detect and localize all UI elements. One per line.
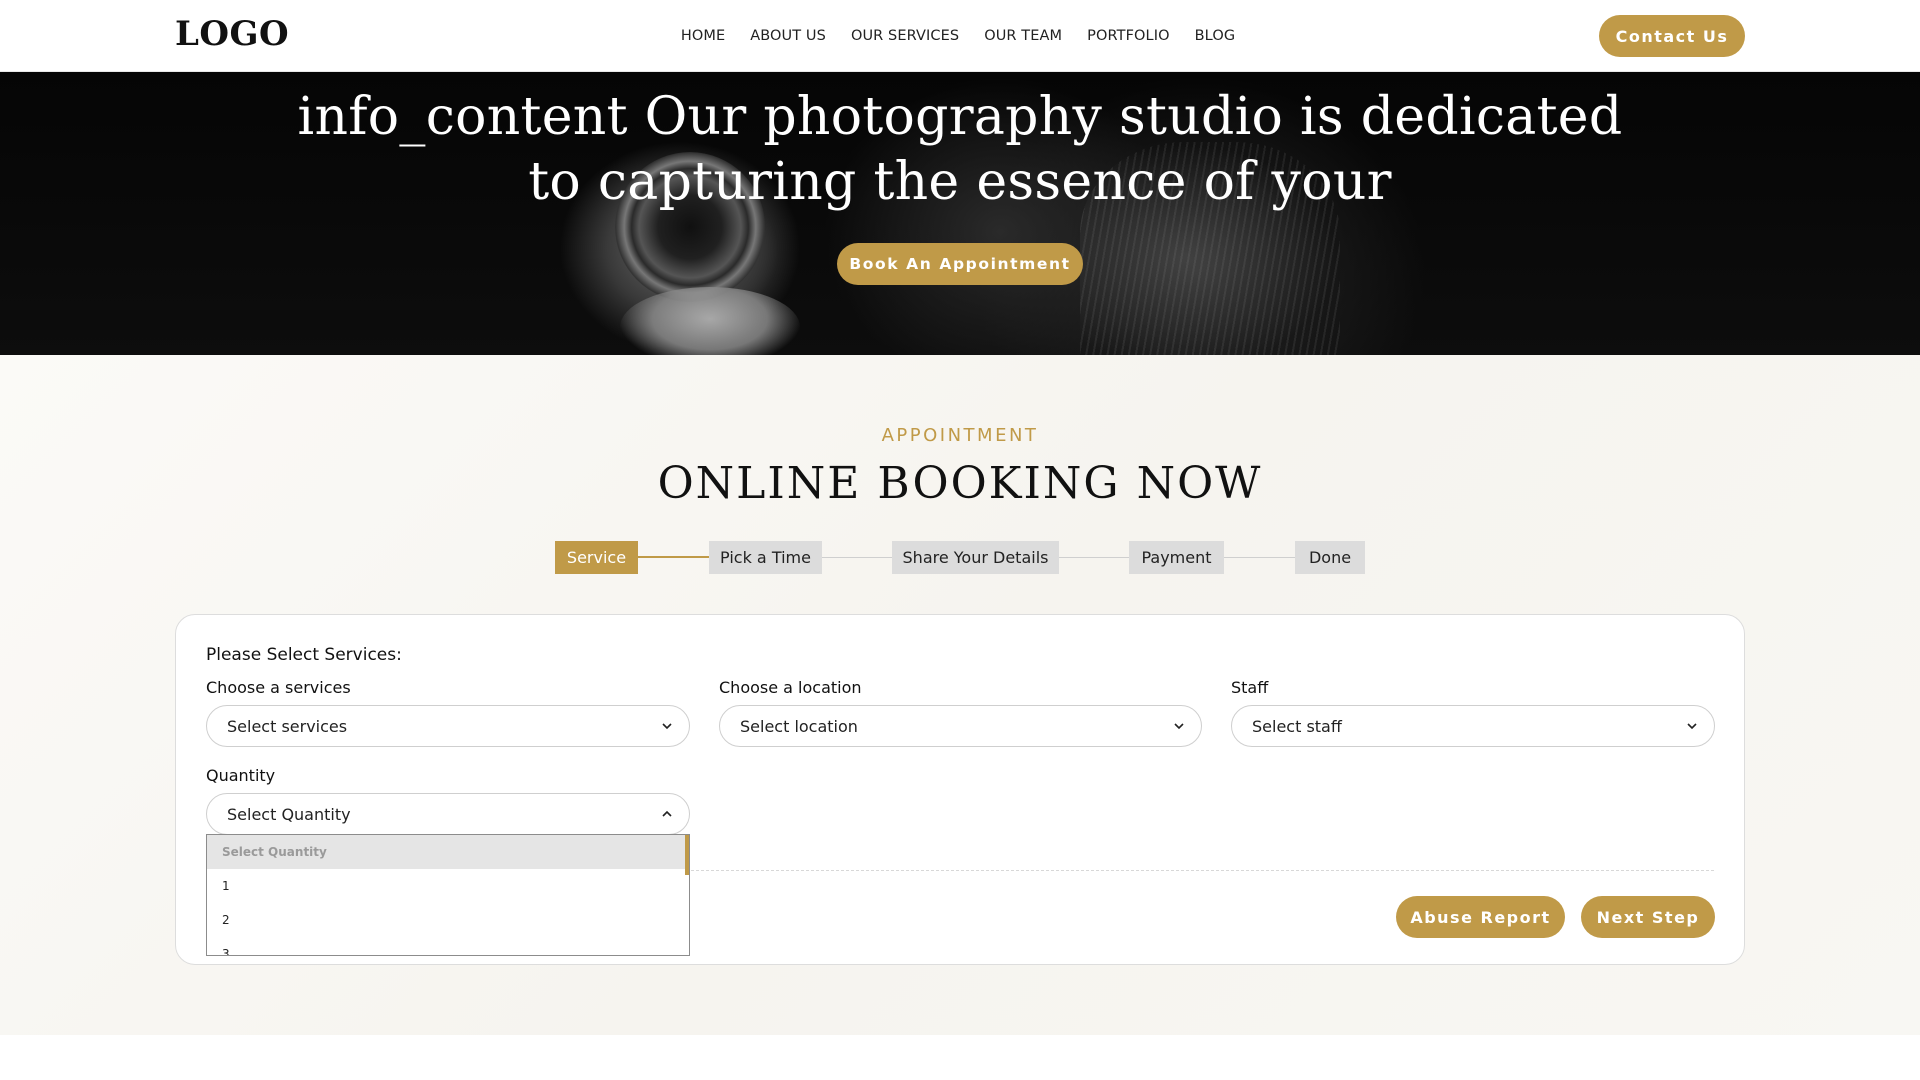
step-service[interactable]: Service (555, 541, 638, 574)
step-connector-3 (1059, 557, 1129, 558)
step-connector-1 (638, 556, 709, 558)
form-heading: Please Select Services: (206, 645, 402, 665)
nav-our-team[interactable]: OUR TEAM (984, 28, 1062, 44)
step-pick-a-time[interactable]: Pick a Time (709, 541, 822, 574)
hero-title: info_content Our photography studio is d… (0, 85, 1920, 215)
hero-photo-hand (620, 287, 800, 355)
quantity-select-value: Select Quantity (227, 804, 351, 824)
location-select[interactable]: Select location (719, 705, 1202, 747)
quantity-option-placeholder[interactable]: Select Quantity (207, 835, 689, 869)
booking-steps: Service Pick a Time Share Your Details P… (0, 541, 1920, 574)
logo[interactable]: LOGO (175, 14, 289, 54)
abuse-report-button[interactable]: Abuse Report (1396, 896, 1565, 938)
services-label: Choose a services (206, 678, 351, 697)
staff-select-value: Select staff (1252, 716, 1342, 736)
nav-our-services[interactable]: OUR SERVICES (851, 28, 959, 44)
quantity-select[interactable]: Select Quantity (206, 793, 690, 835)
service-form-card: Please Select Services: Choose a service… (175, 614, 1745, 965)
section-eyebrow: APPOINTMENT (881, 425, 1039, 446)
section-title: ONLINE BOOKING NOW (657, 458, 1263, 509)
site-header: LOGO HOME ABOUT US OUR SERVICES OUR TEAM… (0, 0, 1920, 72)
staff-label: Staff (1231, 678, 1269, 697)
services-select-value: Select services (227, 716, 348, 736)
services-select[interactable]: Select services (206, 705, 690, 747)
nav-home[interactable]: HOME (681, 28, 725, 44)
location-label: Choose a location (719, 678, 862, 697)
dropdown-scrollbar[interactable] (685, 835, 689, 875)
book-appointment-button[interactable]: Book An Appointment (837, 243, 1083, 285)
quantity-option-2[interactable]: 2 (207, 903, 689, 937)
quantity-label: Quantity (206, 766, 276, 785)
quantity-dropdown-list: Select Quantity 1 2 3 (206, 834, 690, 956)
quantity-option-3[interactable]: 3 (207, 937, 689, 955)
step-share-details[interactable]: Share Your Details (892, 541, 1059, 574)
hero-title-line-2: to capturing the essence of your (528, 152, 1392, 212)
hero-banner: info_content Our photography studio is d… (0, 72, 1920, 355)
step-done[interactable]: Done (1295, 541, 1365, 574)
nav-about-us[interactable]: ABOUT US (750, 28, 826, 44)
nav-blog[interactable]: BLOG (1195, 28, 1236, 44)
booking-section: APPOINTMENT ONLINE BOOKING NOW Service P… (0, 355, 1920, 1035)
step-connector-4 (1224, 557, 1295, 558)
chevron-down-icon (1687, 723, 1697, 730)
step-connector-2 (822, 557, 892, 558)
next-step-button[interactable]: Next Step (1581, 896, 1715, 938)
location-select-value: Select location (740, 716, 858, 736)
chevron-down-icon (1174, 723, 1184, 730)
chevron-up-icon (662, 810, 672, 817)
step-payment[interactable]: Payment (1129, 541, 1224, 574)
quantity-option-1[interactable]: 1 (207, 869, 689, 903)
hero-title-line-1: info_content Our photography studio is d… (297, 87, 1623, 147)
staff-select[interactable]: Select staff (1231, 705, 1715, 747)
contact-us-button[interactable]: Contact Us (1599, 15, 1745, 57)
nav-portfolio[interactable]: PORTFOLIO (1087, 28, 1169, 44)
chevron-down-icon (662, 723, 672, 730)
